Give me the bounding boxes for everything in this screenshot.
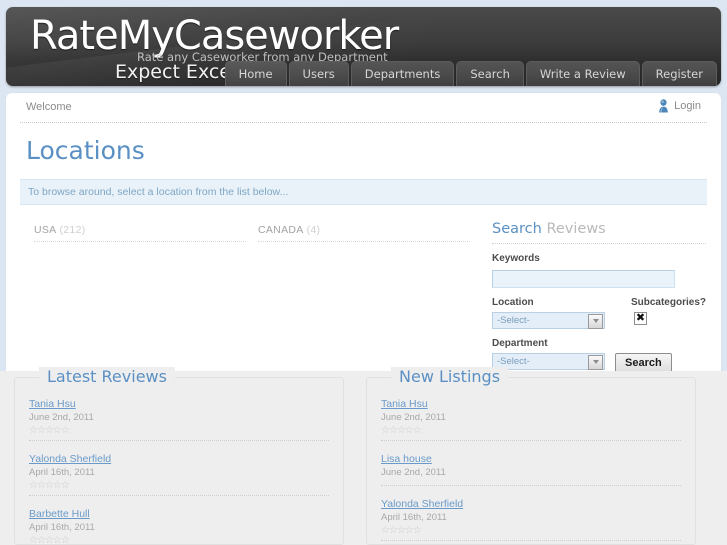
welcome-bar: Welcome Login [20, 93, 707, 123]
location-select[interactable]: -Select- [492, 311, 605, 329]
nav-item-home[interactable]: Home [224, 61, 287, 86]
department-row: -Select- Search [492, 352, 706, 371]
page-title: Locations [26, 136, 145, 165]
location-count: (4) [306, 224, 321, 236]
user-icon [659, 99, 668, 113]
entry-name-link[interactable]: Yalonda Sherfield [29, 453, 111, 465]
site-header: RateMyCaseworker Rate any Caseworker fro… [6, 7, 721, 86]
location-row-controls: -Select- ✖ [492, 311, 706, 329]
entry-date: June 2nd, 2011 [29, 412, 94, 423]
location-name: CANADA [258, 224, 304, 236]
entry-name-link[interactable]: Tania Hsu [381, 398, 428, 410]
panel-title: Latest Reviews [39, 367, 175, 386]
department-select-wrap: -Select- [492, 352, 605, 370]
nav-item-register[interactable]: Register [641, 61, 717, 86]
list-item: Lisa house June 2nd, 2011 [381, 449, 681, 486]
page-root: RateMyCaseworker Rate any Caseworker fro… [0, 0, 727, 545]
search-heading-sub: Reviews [546, 221, 606, 237]
main-navigation: Home Users Departments Search Write a Review… [224, 59, 721, 86]
entry-name-link[interactable]: Yalonda Sherfield [381, 498, 463, 510]
entry-date: April 16th, 2011 [29, 522, 95, 533]
footer-panels: Latest Reviews Tania Hsu June 2nd, 2011 ☆☆☆… [0, 367, 727, 545]
list-item: Yalonda Sherfield April 16th, 2011 ☆☆☆☆☆ [381, 494, 681, 541]
department-select-value: -Select- [497, 355, 530, 367]
entry-date: April 16th, 2011 [381, 512, 447, 523]
star-icon: ☆ [412, 525, 422, 536]
list-item: Yalonda Sherfield April 16th, 2011 ☆☆☆☆☆ [29, 449, 329, 496]
panel-latest-reviews: Latest Reviews Tania Hsu June 2nd, 2011 ☆☆☆… [14, 367, 344, 545]
subcategories-cell: ✖ [631, 311, 647, 329]
location-select-value: -Select- [497, 314, 530, 326]
star-icon: ☆ [60, 425, 70, 436]
locations-list: USA (212) CANADA (4) [34, 221, 486, 242]
panel-title: New Listings [391, 367, 509, 386]
location-label: Location [492, 296, 534, 308]
entry-date: June 2nd, 2011 [381, 412, 446, 423]
entry-name-link[interactable]: Lisa house [381, 453, 432, 465]
star-icon: ☆ [60, 480, 70, 491]
rating-stars: ☆☆☆☆☆ [29, 425, 329, 436]
search-widget-heading: Search Reviews [492, 221, 706, 244]
rating-stars: ☆☆☆☆☆ [381, 425, 681, 436]
rating-stars: ☆☆☆☆☆ [29, 535, 329, 545]
chevron-down-icon[interactable] [588, 354, 603, 370]
entry-name-link[interactable]: Tania Hsu [29, 398, 76, 410]
body-columns: USA (212) CANADA (4) Search Reviews Keyword… [6, 221, 721, 371]
search-button[interactable]: Search [615, 352, 672, 371]
location-item[interactable]: CANADA (4) [258, 221, 470, 242]
star-icon: ☆ [412, 425, 422, 436]
login-button[interactable]: Login [658, 99, 701, 113]
search-heading-main: Search [492, 221, 542, 237]
location-item[interactable]: USA (212) [34, 221, 246, 242]
nav-item-departments[interactable]: Departments [350, 61, 455, 86]
subcategories-checkbox[interactable]: ✖ [634, 311, 647, 325]
location-row-labels: Location Subcategories? [492, 288, 706, 312]
location-name: USA [34, 224, 57, 236]
nav-item-users[interactable]: Users [288, 61, 349, 86]
location-count: (212) [59, 224, 86, 236]
rating-stars: ☆☆☆☆☆ [381, 525, 681, 536]
chevron-down-icon[interactable] [588, 313, 603, 329]
search-widget: Search Reviews Keywords Location Subcate… [486, 221, 706, 371]
info-bar: To browse around, select a location from… [20, 179, 707, 205]
entry-name-link[interactable]: Barbette Hull [29, 508, 90, 520]
department-select[interactable]: -Select- [492, 352, 605, 370]
login-label: Login [674, 100, 701, 112]
list-item: Barbette Hull April 16th, 2011 ☆☆☆☆☆ [29, 504, 329, 545]
list-item: Tania Hsu June 2nd, 2011 ☆☆☆☆☆ [381, 394, 681, 441]
entry-date: June 2nd, 2011 [381, 467, 446, 478]
location-select-wrap: -Select- [492, 311, 605, 329]
nav-item-write-a-review[interactable]: Write a Review [525, 61, 640, 86]
list-item: Tania Hsu June 2nd, 2011 ☆☆☆☆☆ [29, 394, 329, 441]
department-label: Department [492, 337, 548, 349]
subcategories-label: Subcategories? [630, 296, 706, 308]
keywords-input[interactable] [492, 269, 675, 288]
star-icon: ☆ [60, 535, 70, 545]
panel-new-listings: New Listings Tania Hsu June 2nd, 2011 ☆☆☆☆☆… [366, 367, 696, 545]
nav-item-search[interactable]: Search [456, 61, 524, 86]
keywords-label: Keywords [492, 253, 540, 264]
locations-column: USA (212) CANADA (4) [20, 221, 486, 371]
rating-stars: ☆☆☆☆☆ [29, 480, 329, 491]
welcome-text: Welcome [26, 101, 72, 113]
content-card: Welcome Login Locations To browse around… [6, 93, 721, 371]
entry-date: April 16th, 2011 [29, 467, 95, 478]
